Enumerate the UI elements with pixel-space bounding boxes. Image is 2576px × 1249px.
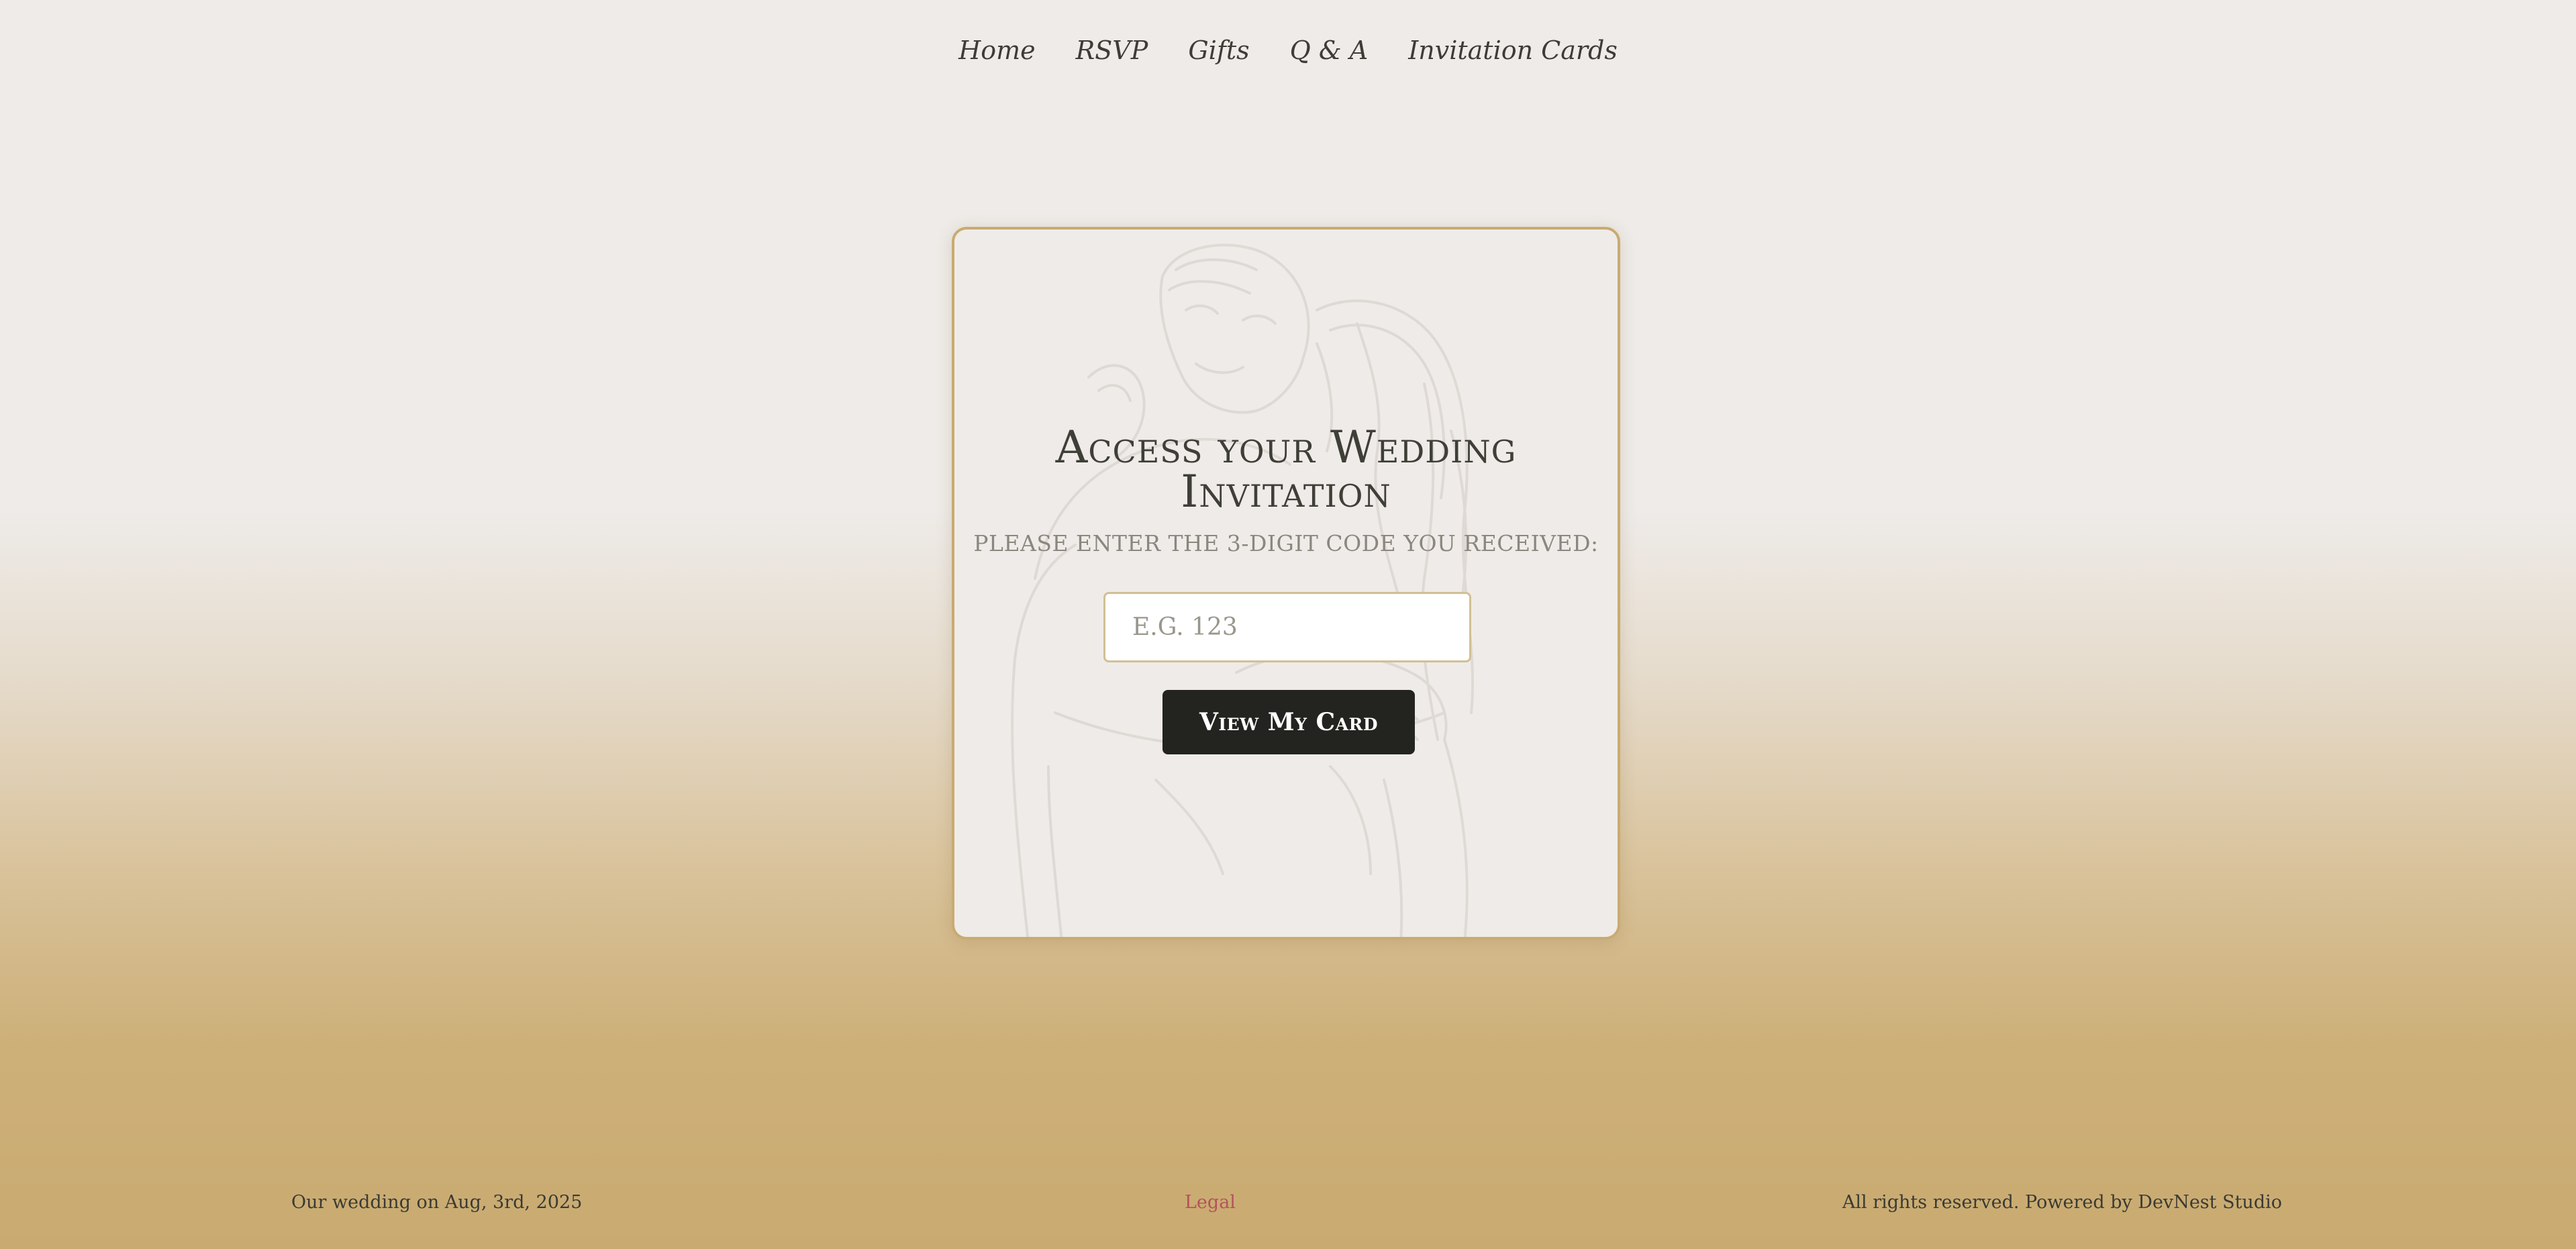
invitation-code-input[interactable] <box>1103 592 1471 662</box>
nav-invitation-cards-link[interactable]: Invitation Cards <box>1408 28 1618 72</box>
card-subtitle: Please enter the 3-digit code you receiv… <box>973 530 1599 556</box>
nav-qa-link[interactable]: Q & A <box>1290 28 1369 72</box>
card-title: Access your Wedding Invitation <box>1055 421 1517 517</box>
nav-rsvp-link[interactable]: RSVP <box>1076 28 1148 72</box>
invitation-access-card: Access your Wedding Invitation Please en… <box>952 227 1620 940</box>
nav-gifts-link[interactable]: Gifts <box>1188 28 1249 72</box>
top-navigation: Home RSVP Gifts Q & A Invitation Cards <box>0 28 2576 72</box>
view-my-card-button[interactable]: View My Card <box>1162 690 1415 754</box>
footer-legal-link[interactable]: Legal <box>1185 1192 1236 1213</box>
couple-line-drawing-icon <box>1011 244 1475 937</box>
footer-wedding-date: Our wedding on Aug, 3rd, 2025 <box>291 1192 583 1213</box>
nav-home-link[interactable]: Home <box>958 28 1036 72</box>
footer-copyright: All rights reserved. Powered by DevNest … <box>1842 1192 2282 1213</box>
